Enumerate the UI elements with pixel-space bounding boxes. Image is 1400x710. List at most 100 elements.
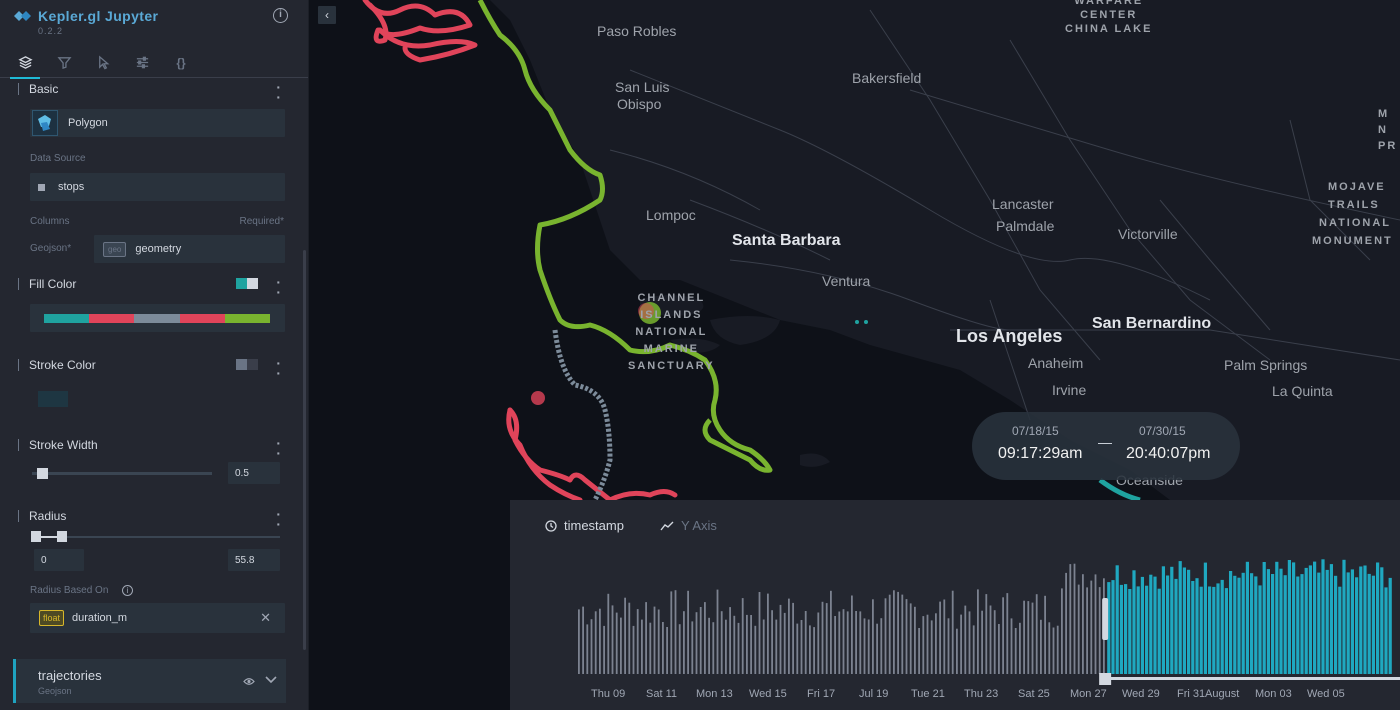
city-label: Victorville — [1118, 226, 1178, 242]
histogram-chart[interactable] — [510, 500, 1400, 710]
stroke-color-swatch[interactable] — [38, 391, 68, 407]
radius-min-input[interactable]: 0 — [34, 549, 84, 571]
tab-base-map[interactable] — [133, 54, 151, 72]
mojave-line-4: MONUMENT — [1312, 235, 1393, 247]
histogram-bar — [657, 609, 660, 674]
chevron-down-icon[interactable] — [265, 676, 277, 684]
radius-max-input[interactable]: 55.8 — [228, 549, 280, 571]
china-lake-label: WARFARE CENTER CHINA LAKE — [1065, 0, 1152, 36]
histogram-bar — [964, 605, 967, 674]
palette-swatch — [89, 313, 135, 323]
histogram-bar — [1077, 584, 1080, 674]
radius-track[interactable] — [32, 536, 280, 538]
histogram-bar — [897, 591, 899, 674]
histogram-bar — [1052, 627, 1055, 674]
histogram-bar — [620, 617, 622, 674]
tab-interactions[interactable] — [94, 54, 112, 72]
land — [490, 0, 1400, 500]
filter-icon — [56, 57, 72, 70]
histogram-bar — [1170, 566, 1174, 674]
histogram-bar — [792, 602, 794, 674]
histogram-bar — [1245, 561, 1249, 674]
basic-menu-icon[interactable]: · · — [276, 80, 281, 104]
histogram-bar — [922, 616, 925, 674]
histogram-bar — [1187, 569, 1191, 674]
axis-tick-label: Wed 15 — [749, 688, 787, 700]
brush-start-handle[interactable] — [1102, 598, 1109, 640]
radius-min-handle[interactable] — [31, 531, 41, 542]
collapse-panel-button[interactable]: ‹ — [318, 6, 336, 24]
histogram-bar — [687, 590, 689, 674]
app-version: 0.2.2 — [38, 26, 64, 36]
eye-icon[interactable] — [243, 677, 255, 686]
histogram-bar — [691, 621, 694, 674]
histogram-bar — [1040, 619, 1042, 674]
histogram-bar — [1371, 575, 1375, 674]
histogram-bar — [1019, 622, 1021, 674]
channel-islands-label: CHANNEL ISLANDS NATIONAL MARINE SANCTUAR… — [628, 290, 715, 375]
histogram-bar — [1287, 560, 1291, 674]
info-icon[interactable]: i — [273, 8, 288, 23]
histogram-bar — [603, 625, 605, 674]
stroke-width-handle[interactable] — [37, 468, 49, 479]
clear-field-icon[interactable]: ✕ — [260, 610, 271, 626]
mojave-line-3: NATIONAL — [1319, 217, 1392, 229]
radius-field-selector[interactable]: float duration_m ✕ — [30, 603, 285, 633]
histogram-bar — [901, 594, 904, 674]
scrollbar[interactable] — [303, 250, 306, 650]
data-source-selector[interactable]: stops — [30, 173, 285, 201]
city-label: Palm Springs — [1224, 357, 1308, 373]
required-label: Required* — [239, 216, 284, 227]
mojave-line-2: TRAILS — [1328, 199, 1380, 211]
axis-tick-label: August — [1205, 688, 1240, 700]
stroke-width-input[interactable]: 0.5 — [228, 462, 280, 484]
histogram-bar — [607, 593, 610, 674]
histogram-bar — [821, 601, 824, 674]
histogram-bar — [653, 606, 656, 674]
histogram-bar — [1174, 578, 1178, 674]
stroke-color-menu-icon[interactable]: · · — [276, 356, 281, 380]
selection-range-bar[interactable] — [1105, 677, 1400, 680]
layer-type-selector[interactable]: Polygon — [30, 109, 285, 137]
histogram-bar — [1006, 593, 1009, 674]
stroke-color-toggle[interactable] — [236, 359, 258, 370]
histogram-bar — [893, 590, 895, 674]
tab-config[interactable]: {} — [172, 54, 190, 72]
radius-help-icon[interactable]: i — [122, 585, 133, 596]
histogram-bar — [1275, 561, 1279, 674]
layer-panel-trajectories[interactable]: trajectories Geojson — [13, 659, 286, 703]
fill-color-toggle[interactable] — [236, 278, 258, 289]
stroke-color-title: Stroke Color — [29, 358, 96, 372]
stroke-width-menu-icon[interactable]: · · — [276, 436, 281, 460]
fill-color-palette[interactable] — [30, 304, 285, 332]
geojson-column-selector[interactable]: geo geometry — [94, 235, 285, 263]
histogram-bar — [695, 612, 698, 674]
histogram-bar — [771, 610, 773, 674]
histogram-bar — [1292, 562, 1296, 674]
histogram-bar — [855, 611, 857, 674]
city-label: Palmdale — [996, 218, 1055, 234]
stroke-width-track[interactable] — [32, 472, 212, 475]
histogram-bar — [615, 612, 618, 674]
tab-filters[interactable] — [55, 54, 73, 72]
range-start-handle[interactable] — [1099, 673, 1112, 685]
city-label: Lompoc — [646, 207, 696, 223]
histogram-bar — [641, 619, 643, 674]
section-marker — [18, 83, 19, 95]
fill-color-menu-icon[interactable]: · · — [276, 275, 281, 299]
china-lake-line-1: WARFARE — [1074, 0, 1144, 7]
histogram-bar — [1065, 572, 1067, 674]
histogram-bar — [1166, 575, 1170, 674]
geojson-label: Geojson* — [30, 243, 72, 254]
float-type-badge: float — [39, 610, 65, 626]
histogram-bar — [645, 602, 647, 674]
city-label: Lancaster — [992, 196, 1054, 212]
histogram-bar — [590, 619, 593, 674]
tab-layers[interactable] — [10, 54, 40, 79]
axis-tick-label: Wed 29 — [1122, 688, 1160, 700]
radius-max-handle[interactable] — [57, 531, 67, 542]
start-date: 07/18/15 — [1012, 424, 1059, 438]
radius-menu-icon[interactable]: · · — [276, 507, 281, 531]
axis-tick-label: Mon 03 — [1255, 688, 1292, 700]
histogram-bar — [1266, 569, 1270, 674]
